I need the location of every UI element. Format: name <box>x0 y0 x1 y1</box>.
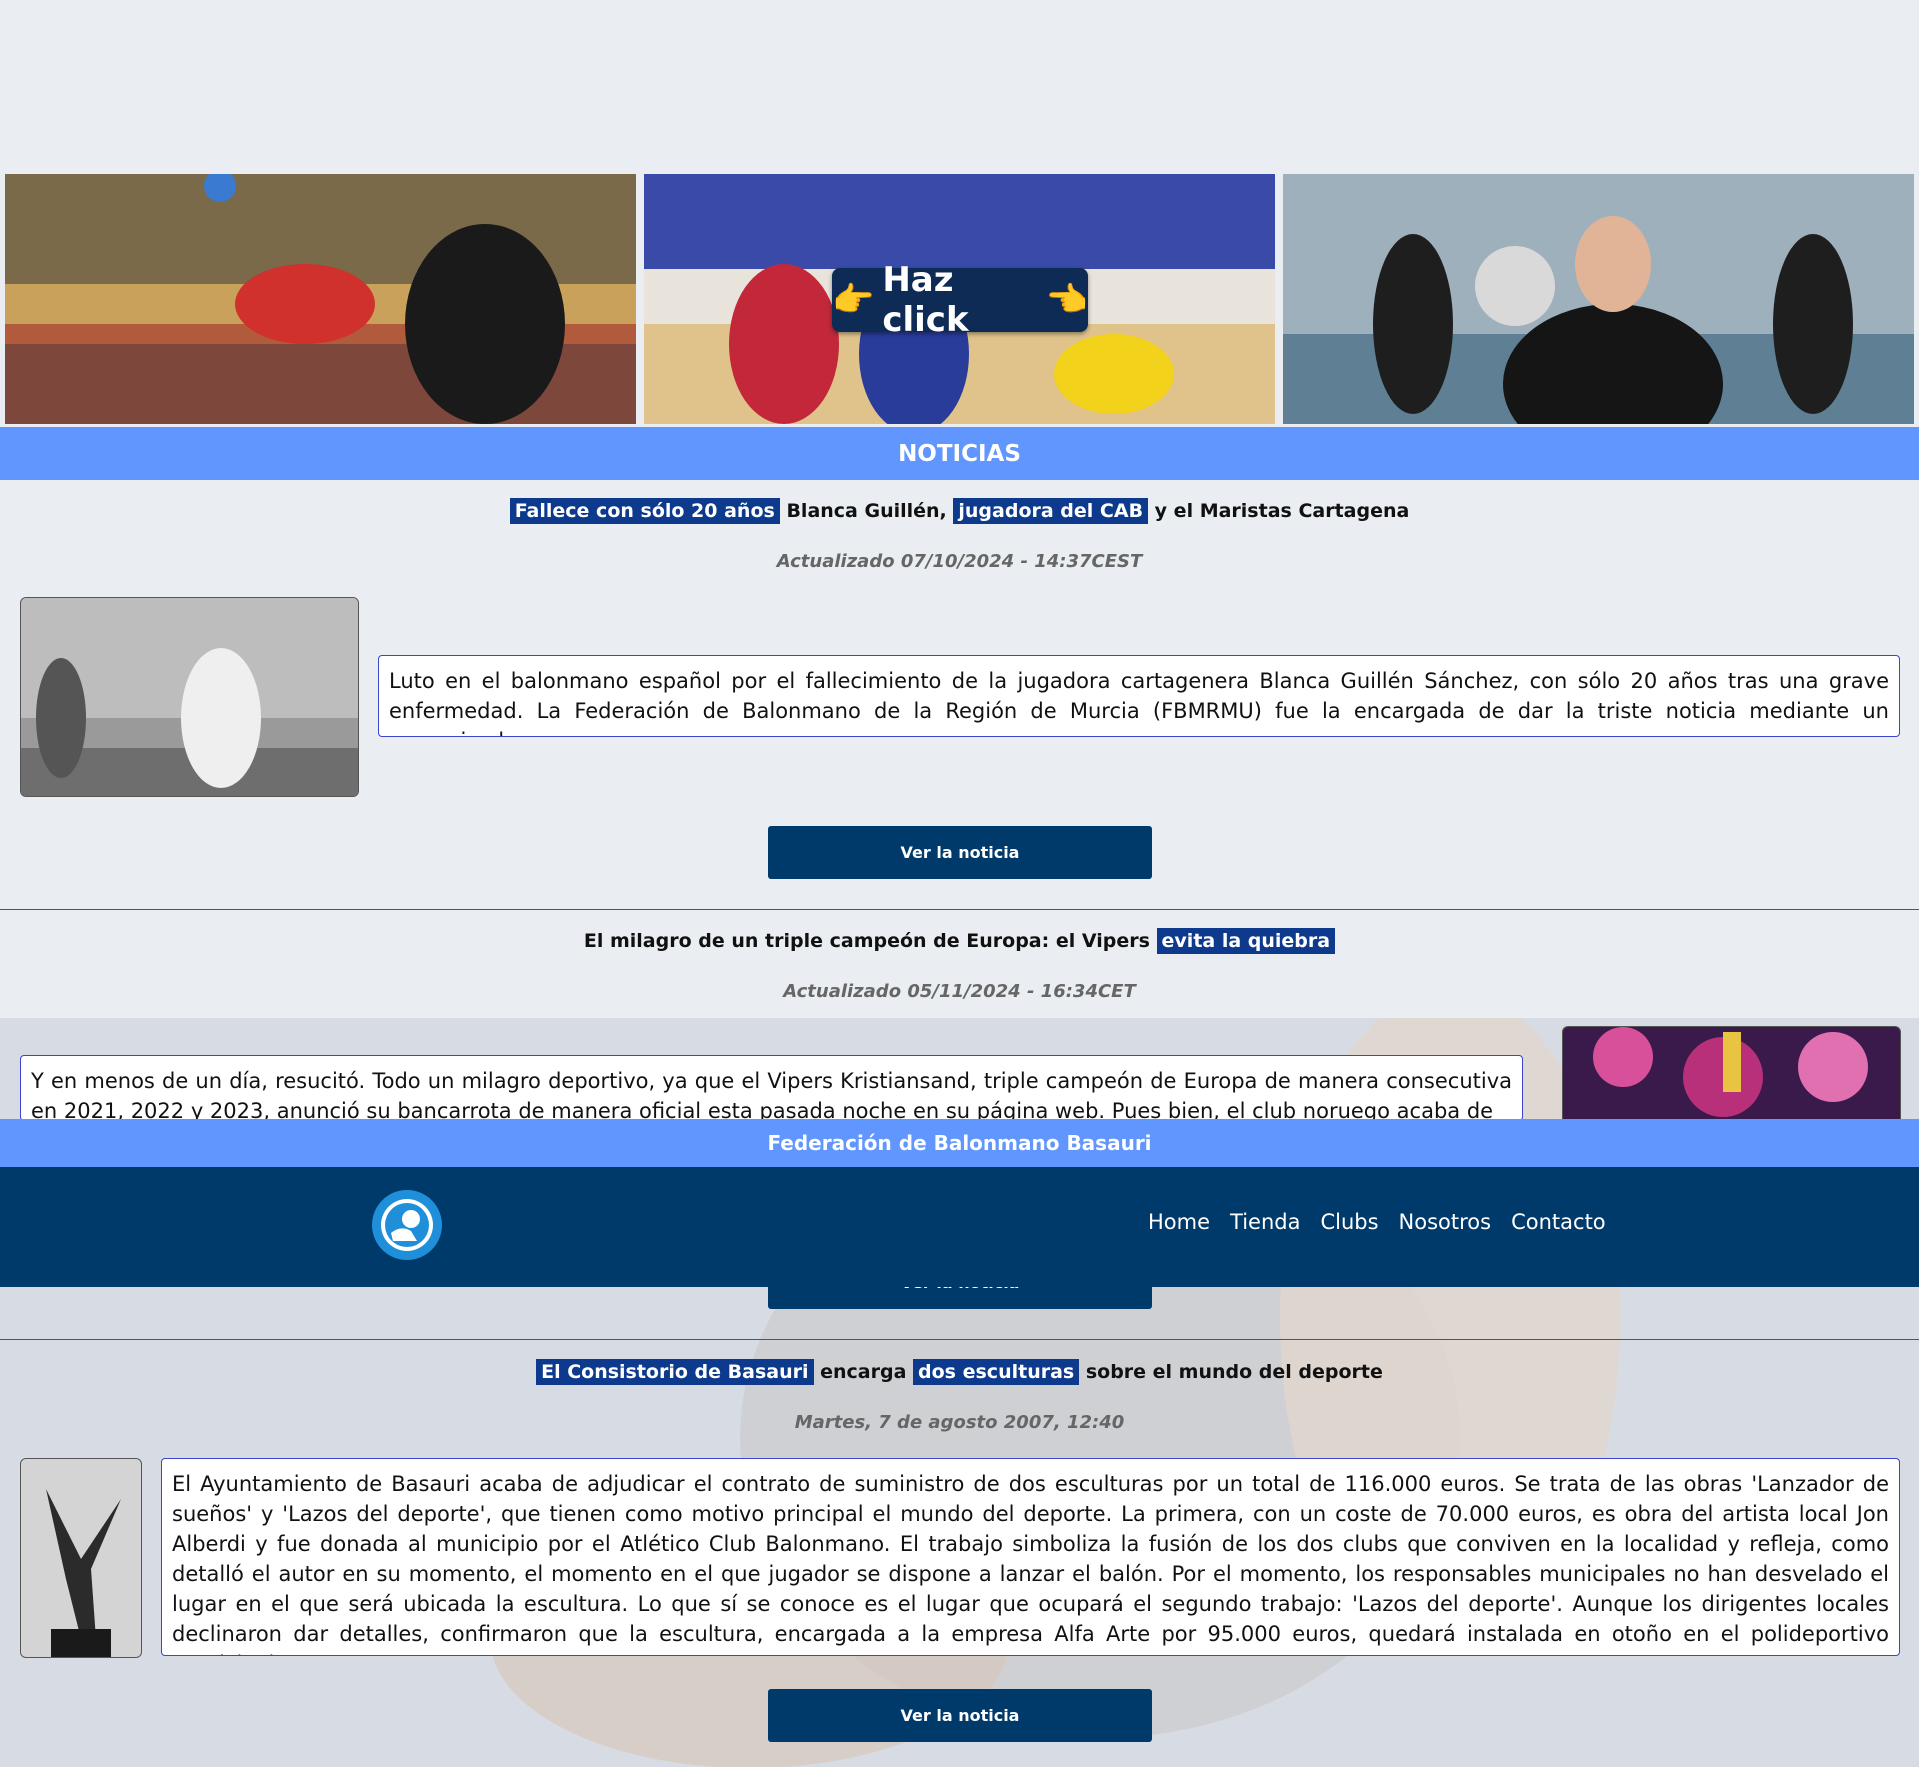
nav-tienda[interactable]: Tienda <box>1230 1210 1300 1234</box>
main-navbar: Home Tienda Clubs Nosotros Contacto <box>0 1167 1919 1287</box>
news-title-3: El Consistorio de Basauri encarga dos es… <box>0 1359 1919 1385</box>
nav-home[interactable]: Home <box>1148 1210 1210 1234</box>
hero-photo-player-portrait <box>1283 174 1914 424</box>
pointing-left-icon: 👈 <box>1045 280 1088 320</box>
section-title: NOTICIAS <box>0 427 1919 480</box>
ver-noticia-button-3[interactable]: Ver la noticia <box>768 1689 1152 1742</box>
news-date-2: Actualizado 05/11/2024 - 16:34CET <box>783 981 1136 1002</box>
news-title-highlight: evita la quiebra <box>1156 928 1336 954</box>
news-title-1: Fallece con sólo 20 años Blanca Guillén,… <box>0 498 1919 524</box>
nav-clubs[interactable]: Clubs <box>1320 1210 1378 1234</box>
federation-logo-icon[interactable] <box>371 1189 443 1261</box>
haz-click-label: Haz click <box>882 260 969 340</box>
news-thumbnail-2[interactable] <box>1562 1026 1901 1128</box>
nav-links: Home Tienda Clubs Nosotros Contacto <box>1148 1210 1606 1234</box>
news-divider <box>0 909 1919 910</box>
news-summary-2: Y en menos de un día, resucitó. Todo un … <box>20 1055 1523 1121</box>
news-thumbnail-1[interactable] <box>20 597 359 797</box>
news-summary-1: Luto en el balonmano español por el fall… <box>378 655 1900 737</box>
hero-photo-jump-shot <box>5 174 636 424</box>
news-date-1: Actualizado 07/10/2024 - 14:37CEST <box>776 551 1143 572</box>
news-date-3: Martes, 7 de agosto 2007, 12:40 <box>794 1412 1125 1433</box>
nav-contacto[interactable]: Contacto <box>1511 1210 1606 1234</box>
news-title-text: El milagro de un triple campeón de Europ… <box>583 930 1157 952</box>
news-title-text: sobre el mundo del deporte <box>1079 1361 1383 1383</box>
news-title-2: El milagro de un triple campeón de Europ… <box>0 928 1919 954</box>
news-title-highlight: dos esculturas <box>913 1359 1080 1385</box>
news-title-highlight: El Consistorio de Basauri <box>536 1359 814 1385</box>
nav-nosotros[interactable]: Nosotros <box>1399 1210 1492 1234</box>
news-title-highlight: Fallece con sólo 20 años <box>509 498 780 524</box>
news-summary-3: El Ayuntamiento de Basauri acaba de adju… <box>161 1458 1900 1656</box>
news-title-text: Blanca Guillén, <box>779 500 954 522</box>
news-title-text: encarga <box>813 1361 914 1383</box>
news-title-highlight: jugadora del CAB <box>953 498 1149 524</box>
news-title-text: y el Maristas Cartagena <box>1148 500 1410 522</box>
ver-noticia-button-1[interactable]: Ver la noticia <box>768 826 1152 879</box>
federation-bar: Federación de Balonmano Basauri <box>0 1119 1919 1167</box>
news-divider <box>0 1339 1919 1340</box>
pointing-right-icon: 👉 <box>832 280 875 320</box>
haz-click-button[interactable]: 👉 Haz click 👈 <box>832 260 1088 340</box>
news-thumbnail-3[interactable] <box>20 1458 142 1658</box>
